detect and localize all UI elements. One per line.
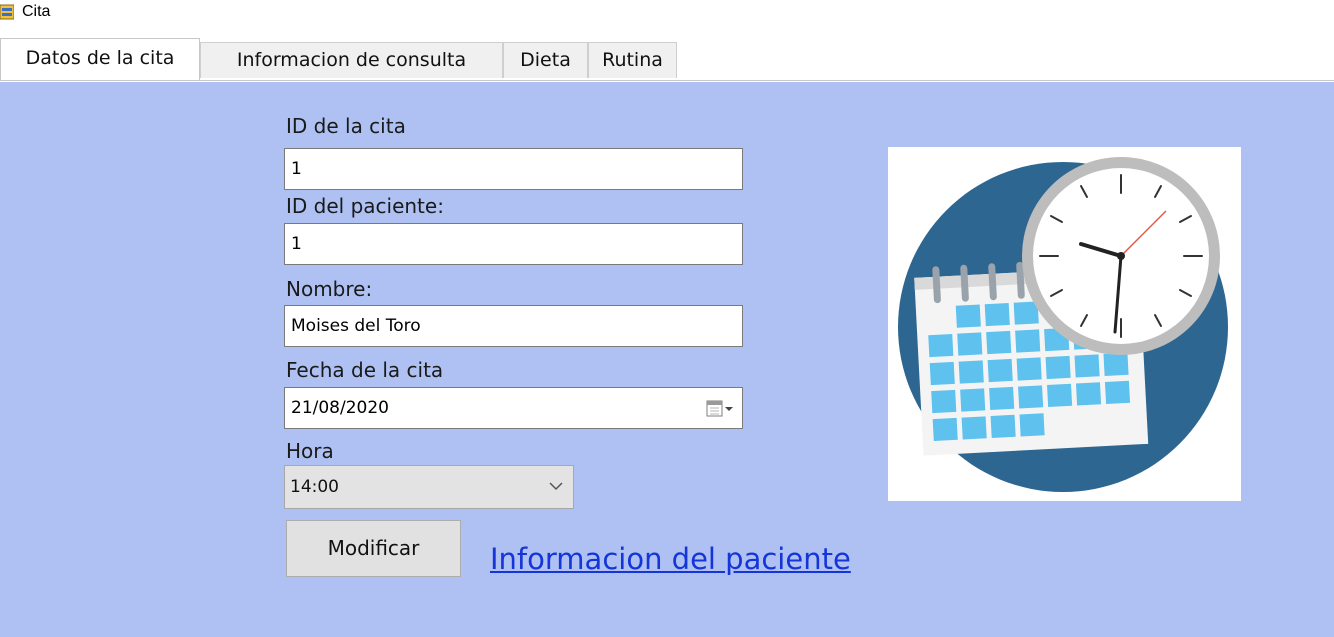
- id-paciente-field[interactable]: 1: [284, 223, 743, 265]
- window-title: Cita: [22, 3, 51, 20]
- calendar-clock-picture: [888, 147, 1241, 501]
- appointment-window: Cita Datos de la cita Informacion de con…: [0, 0, 1334, 637]
- fecha-value: 21/08/2020: [291, 398, 389, 418]
- id-paciente-label: ID del paciente:: [286, 194, 444, 218]
- id-cita-field[interactable]: 1: [284, 148, 743, 190]
- calendar-dropdown-icon[interactable]: [706, 399, 734, 419]
- nombre-label: Nombre:: [286, 277, 373, 301]
- tab-dieta[interactable]: Dieta: [503, 42, 588, 78]
- hora-value: 14:00: [290, 477, 339, 497]
- hora-label: Hora: [286, 439, 334, 463]
- app-form-icon: [0, 4, 14, 20]
- id-cita-label: ID de la cita: [286, 114, 406, 138]
- fecha-date-picker[interactable]: 21/08/2020: [284, 387, 743, 429]
- tab-informacion-de-consulta[interactable]: Informacion de consulta: [200, 42, 503, 78]
- modificar-button[interactable]: Modificar: [286, 520, 461, 577]
- datos-de-la-cita-panel: ID de la cita 1 ID del paciente: 1 Nombr…: [0, 82, 1334, 637]
- calendar-clock-icon: [898, 157, 1228, 492]
- hora-dropdown[interactable]: 14:00: [284, 465, 574, 509]
- title-bar: Cita: [0, 0, 1334, 34]
- informacion-del-paciente-link[interactable]: Informacion del paciente: [490, 542, 851, 576]
- tab-datos-de-la-cita[interactable]: Datos de la cita: [0, 38, 200, 80]
- nombre-field[interactable]: Moises del Toro: [284, 305, 743, 347]
- tab-rutina[interactable]: Rutina: [588, 42, 677, 78]
- chevron-down-icon: [549, 482, 563, 491]
- tab-strip: Datos de la cita Informacion de consulta…: [0, 38, 1334, 81]
- fecha-label: Fecha de la cita: [286, 358, 444, 382]
